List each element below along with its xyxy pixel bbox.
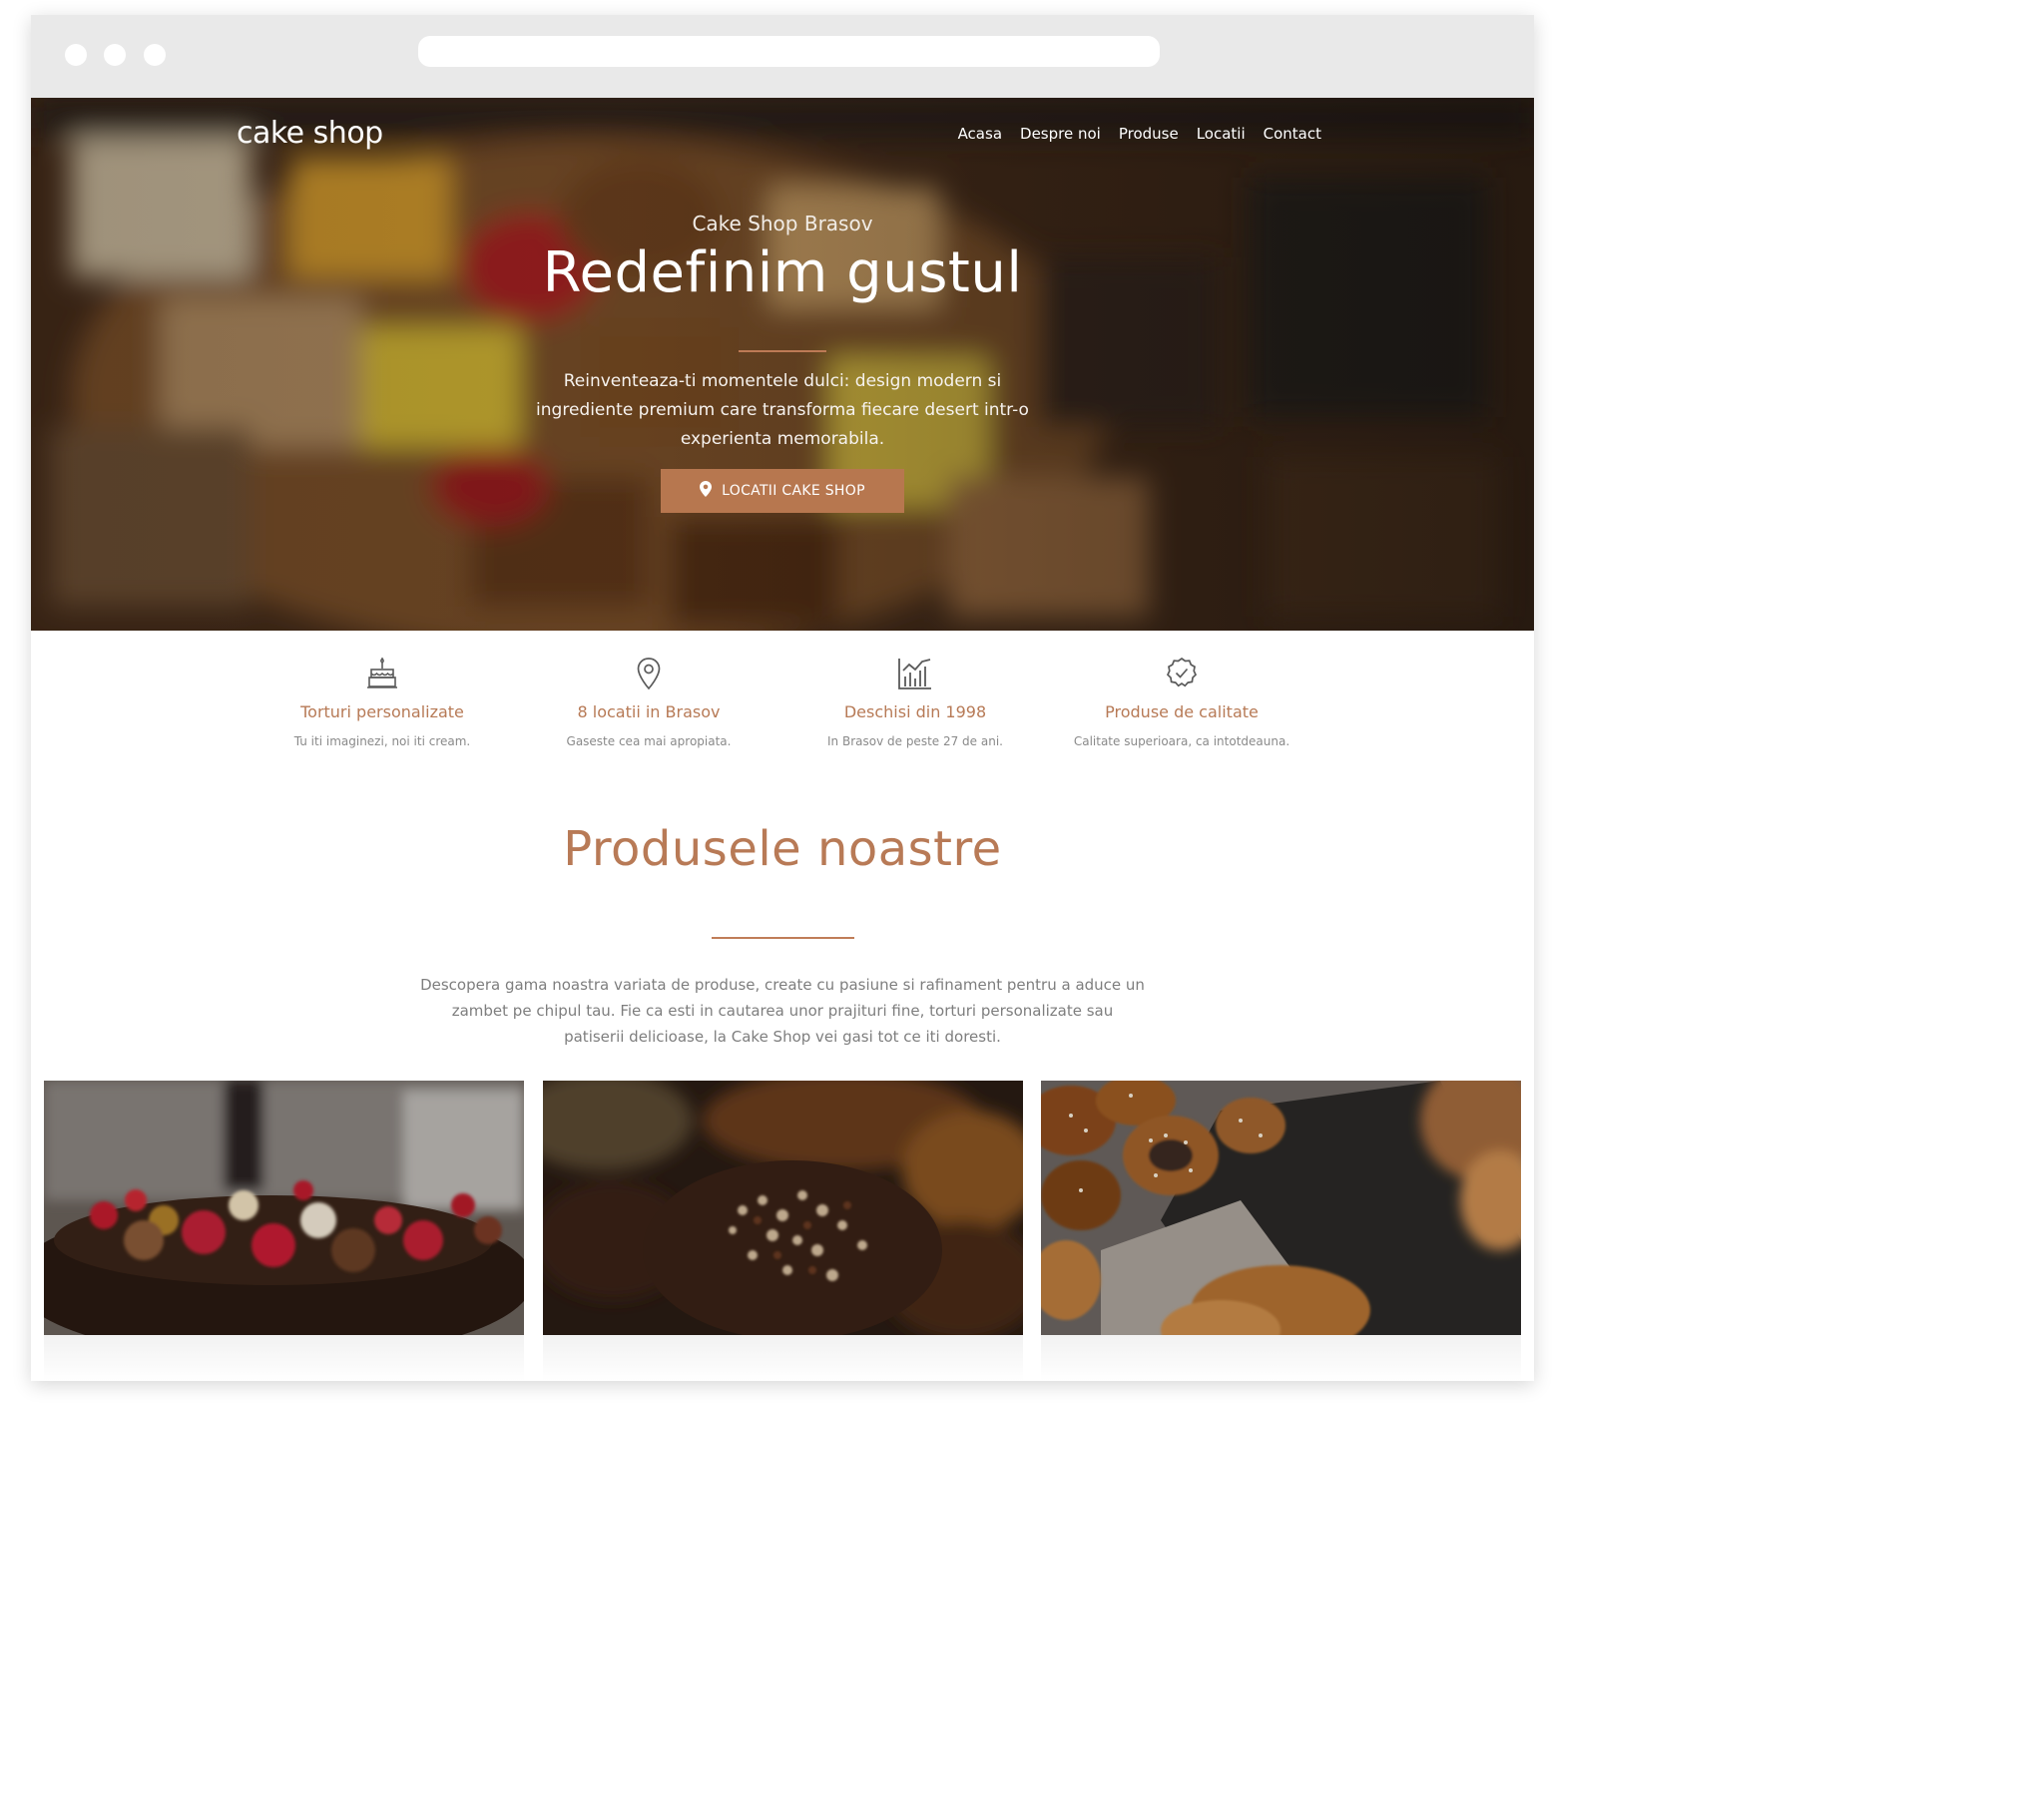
hero-kicker: Cake Shop Brasov [692, 212, 873, 235]
bar-chart-icon [898, 659, 931, 689]
product-card-cake[interactable] [44, 1081, 524, 1335]
cake-icon [367, 657, 397, 688]
hero-subtitle: Reinventeaza-ti momentele dulci: design … [536, 371, 1029, 449]
product-card-pastries[interactable] [543, 1081, 1023, 1335]
check-badge-icon [1166, 657, 1198, 687]
feature-text: Calitate superioara, ca intotdeauna. [1073, 734, 1290, 748]
locations-button[interactable]: LOCATII CAKE SHOP [661, 469, 904, 513]
locations-button-label: LOCATII CAKE SHOP [722, 483, 865, 499]
site-logo[interactable]: cake shop [237, 116, 383, 151]
product-image-pretzels [1041, 1081, 1521, 1335]
nav-item-contact[interactable]: Contact [1264, 125, 1321, 143]
feature-title: Produse de calitate [1105, 702, 1259, 721]
feature-text: Gaseste cea mai apropiata. [566, 734, 732, 748]
feature-quality: Produse de calitate Calitate superioara,… [1052, 657, 1311, 748]
products-heading: Produsele noastre [563, 821, 1002, 877]
main-nav: Acasa Despre noi Produse Locatii Contact [958, 125, 1321, 143]
window-close-dot[interactable] [65, 44, 87, 66]
products-divider [712, 937, 854, 939]
hero-section: cake shop Acasa Despre noi Produse Locat… [31, 98, 1534, 631]
nav-item-locatii[interactable]: Locatii [1197, 125, 1246, 143]
nav-item-acasa[interactable]: Acasa [958, 125, 1002, 143]
window-minimize-dot[interactable] [104, 44, 126, 66]
map-pin-icon [700, 481, 713, 501]
feature-since-1998: Deschisi din 1998 In Brasov de peste 27 … [785, 657, 1045, 748]
products-description: Descopera gama noastra variata de produs… [420, 976, 1145, 1046]
hero-title: Redefinim gustul [542, 240, 1023, 305]
browser-chrome [31, 15, 1534, 98]
feature-custom-cakes: Torturi personalizate Tu iti imaginezi, … [253, 657, 512, 748]
nav-item-despre-noi[interactable]: Despre noi [1020, 125, 1101, 143]
nav-item-produse[interactable]: Produse [1119, 125, 1179, 143]
window-maximize-dot[interactable] [144, 44, 166, 66]
product-image-cake [44, 1081, 524, 1335]
address-bar[interactable] [418, 36, 1160, 67]
feature-title: 8 locatii in Brasov [577, 702, 721, 721]
feature-text: In Brasov de peste 27 de ani. [827, 734, 1003, 748]
card-shadow [44, 1335, 524, 1381]
features-row: Torturi personalizate Tu iti imaginezi, … [31, 631, 1534, 780]
product-card-pretzels[interactable] [1041, 1081, 1521, 1335]
card-shadow [1041, 1335, 1521, 1381]
card-shadow [543, 1335, 1023, 1381]
map-pin-icon [637, 658, 661, 690]
feature-locations: 8 locatii in Brasov Gaseste cea mai apro… [519, 657, 778, 748]
browser-window: cake shop Acasa Despre noi Produse Locat… [31, 15, 1534, 1381]
feature-text: Tu iti imaginezi, noi iti cream. [293, 734, 471, 748]
hero-overlay [31, 98, 1534, 631]
hero-divider [739, 350, 826, 352]
feature-title: Torturi personalizate [300, 702, 464, 721]
product-image-pastries [543, 1081, 1023, 1335]
feature-title: Deschisi din 1998 [843, 702, 987, 721]
